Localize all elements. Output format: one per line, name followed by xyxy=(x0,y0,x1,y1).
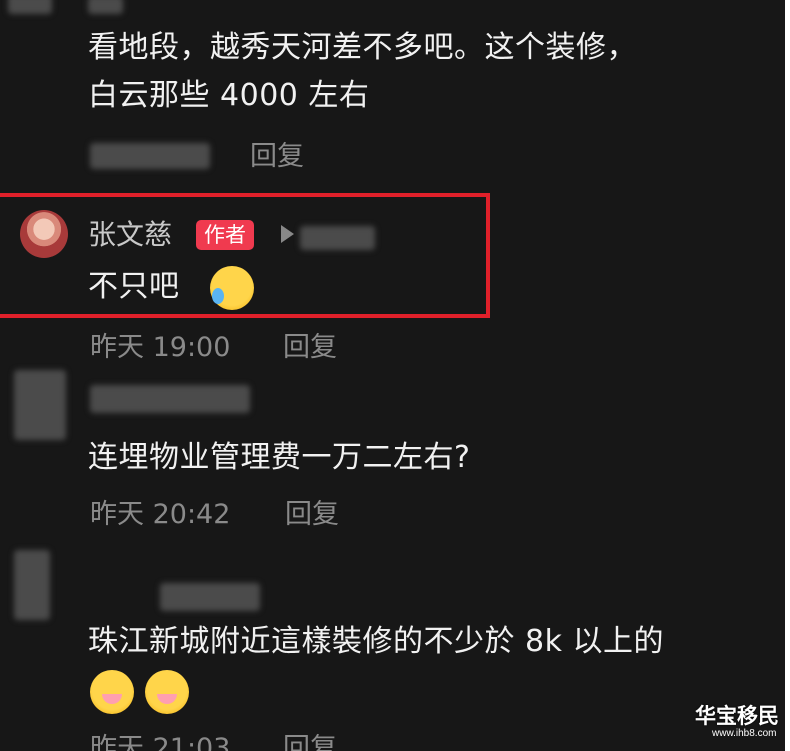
rolling-laughing-emoji xyxy=(210,266,254,310)
watermark-url: www.ihb8.com xyxy=(712,728,777,739)
comment-text: 不只吧 xyxy=(88,269,180,304)
avatar xyxy=(8,0,52,14)
comment-text: 珠江新城附近這樣裝修的不少於 8k 以上的 xyxy=(88,624,665,659)
reply-button[interactable]: 回复 xyxy=(283,331,337,365)
comment-time: 昨天 20:42 xyxy=(90,499,231,530)
avatar[interactable] xyxy=(20,210,68,258)
author-badge: 作者 xyxy=(196,220,254,250)
author-name[interactable]: 张文慈 xyxy=(88,217,172,253)
avatar[interactable] xyxy=(14,370,66,440)
username xyxy=(88,0,123,14)
reply-arrow-icon xyxy=(281,225,294,243)
reply-button[interactable]: 回复 xyxy=(250,140,304,174)
comment-text: 连埋物业管理费一万二左右? xyxy=(88,440,471,475)
pleading-emoji xyxy=(90,670,134,714)
comment-time: 昨天 19:00 xyxy=(90,332,231,363)
pleading-emoji xyxy=(145,670,189,714)
watermark-title: 华宝移民 xyxy=(695,703,779,728)
reply-button[interactable]: 回复 xyxy=(283,732,337,751)
comment-panel: 看地段，越秀天河差不多吧。这个装修， 白云那些 4000 左右 回复 张文慈 作… xyxy=(0,0,785,751)
username[interactable] xyxy=(160,583,260,611)
username[interactable] xyxy=(90,385,250,413)
reply-button[interactable]: 回复 xyxy=(285,498,339,532)
comment-text-line: 白云那些 4000 左右 xyxy=(88,78,370,113)
comment-time xyxy=(90,143,210,169)
comment-text-line: 看地段，越秀天河差不多吧。这个装修， xyxy=(88,30,637,65)
reply-target-username xyxy=(300,226,375,250)
comment-time: 昨天 21:03 xyxy=(90,733,231,751)
avatar[interactable] xyxy=(14,550,50,620)
